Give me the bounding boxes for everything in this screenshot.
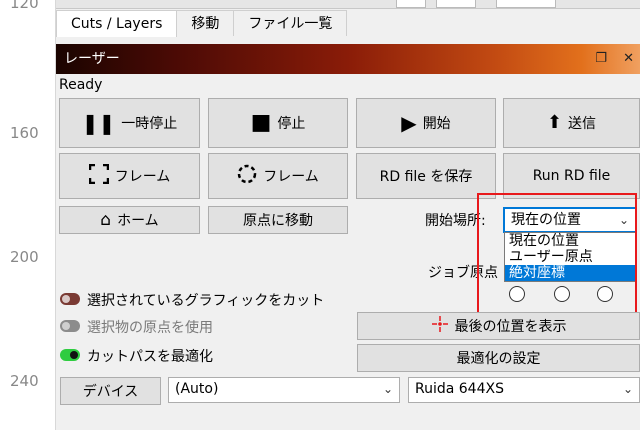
float-window-icon[interactable]: ❐ <box>595 51 607 66</box>
status-text: Ready <box>59 77 103 93</box>
home-icon: ⌂ <box>100 209 112 230</box>
pause-label: 一時停止 <box>121 116 178 132</box>
port-select[interactable]: (Auto) ⌄ <box>168 377 400 403</box>
panel-title: レーザー <box>64 51 120 67</box>
frame-label: フレーム <box>114 169 171 185</box>
toolbar-field-edge <box>436 0 476 8</box>
frame-square-icon <box>88 163 109 188</box>
ruler-mark: 200 <box>10 248 39 266</box>
cut-selected-toggle[interactable] <box>60 293 80 305</box>
ruler-mark: 120 <box>10 0 39 12</box>
start-button[interactable]: ▶ 開始 <box>356 98 496 148</box>
start-label: 開始 <box>422 116 451 132</box>
play-icon: ▶ <box>401 111 417 135</box>
device-button[interactable]: デバイス <box>60 377 161 405</box>
top-toolbar-edge <box>56 0 640 9</box>
close-icon[interactable]: ✕ <box>623 51 634 66</box>
send-button[interactable]: ⬆ 送信 <box>503 98 640 148</box>
device-model-value: Ruida 644XS <box>415 381 504 397</box>
cut-selected-label: 選択されているグラフィックをカット <box>87 293 325 309</box>
device-model-select[interactable]: Ruida 644XS ⌄ <box>408 377 640 403</box>
frame-circle-label: フレーム <box>263 169 319 185</box>
save-rd-file-button[interactable]: RD file を保存 <box>356 153 496 199</box>
show-last-position-button[interactable]: 最後の位置を表示 <box>357 312 640 340</box>
highlight-box <box>477 193 637 315</box>
stop-label: 停止 <box>277 116 306 132</box>
toolbar-field-edge <box>396 0 426 8</box>
pause-button[interactable]: ❚❚ 一時停止 <box>59 98 200 148</box>
use-selection-origin-toggle[interactable] <box>60 320 80 332</box>
chevron-down-icon: ⌄ <box>382 382 393 396</box>
ruler-mark: 160 <box>10 124 39 142</box>
move-to-origin-button[interactable]: 原点に移動 <box>208 206 348 234</box>
stop-button[interactable]: ■ 停止 <box>208 98 348 148</box>
home-button[interactable]: ⌂ ホーム <box>59 206 200 234</box>
frame-button[interactable]: フレーム <box>59 153 200 199</box>
crosshair-icon <box>431 315 449 337</box>
home-label: ホーム <box>117 213 159 229</box>
upload-arrow-icon: ⬆ <box>546 112 563 133</box>
send-label: 送信 <box>568 116 597 132</box>
stop-icon: ■ <box>250 110 272 135</box>
optimization-settings-button[interactable]: 最適化の設定 <box>357 344 640 372</box>
frame-circle-button[interactable]: フレーム <box>208 153 348 199</box>
toolbar-field-edge <box>496 0 556 8</box>
laser-panel-titlebar: レーザー ❐ ✕ <box>56 44 640 74</box>
vertical-ruler: 120 160 200 240 <box>0 0 56 430</box>
tab-cuts-layers[interactable]: Cuts / Layers <box>56 10 178 37</box>
tab-move[interactable]: 移動 <box>176 10 235 36</box>
optimize-cut-path-toggle[interactable] <box>60 349 80 361</box>
panel-tabs: Cuts / Layers 移動 ファイル一覧 <box>56 10 640 37</box>
use-selection-origin-label: 選択物の原点を使用 <box>87 320 213 336</box>
chevron-down-icon: ⌄ <box>622 382 633 396</box>
frame-circle-icon <box>237 164 257 188</box>
optimize-cut-path-label: カットパスを最適化 <box>87 349 213 365</box>
ruler-mark: 240 <box>10 372 39 390</box>
port-value: (Auto) <box>175 381 219 397</box>
tab-file-list[interactable]: ファイル一覧 <box>233 10 348 36</box>
show-last-position-label: 最後の位置を表示 <box>454 319 567 335</box>
pause-icon: ❚❚ <box>81 111 116 135</box>
